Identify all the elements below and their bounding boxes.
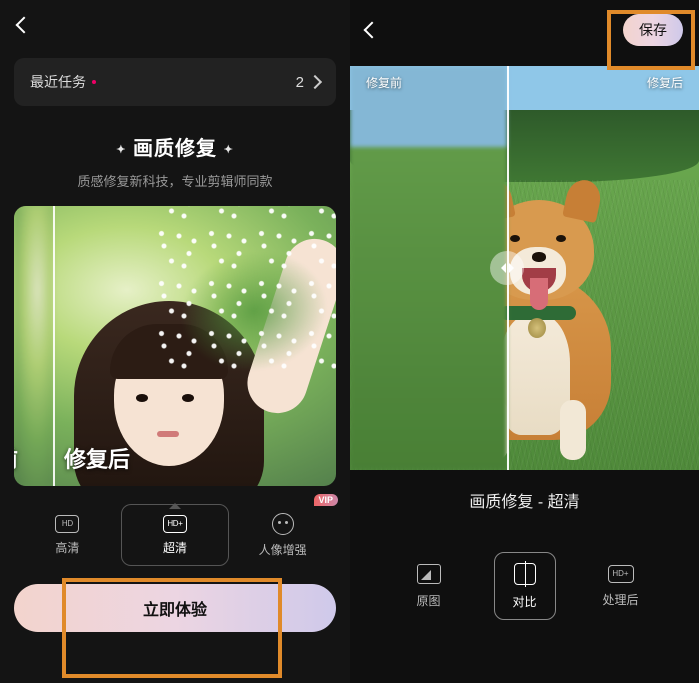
compare-divider-icon [53,206,55,486]
mode-hd-button[interactable]: HD 高清 [14,504,121,566]
recent-tasks-label: 最近任务 [30,72,86,92]
save-button[interactable]: 保存 [623,14,683,46]
result-image[interactable]: 修复前 修复后 [350,66,699,470]
mode-hd-label: 高清 [55,539,79,556]
try-now-button[interactable]: 立即体验 [14,584,336,632]
result-before-label: 修复前 [366,74,402,91]
picture-icon [417,564,441,584]
back-icon[interactable] [364,22,381,39]
sparkle-right-icon: ✦ [224,144,234,156]
compare-slider-handle[interactable] [490,251,524,285]
page-title: ✦ 画质修复 ✦ [0,132,350,161]
recent-tasks-row[interactable]: 最近任务 2 [14,58,336,106]
view-compare-label: 对比 [512,593,536,610]
mode-portrait-button[interactable]: VIP 人像增强 [229,504,336,566]
view-compare-button[interactable]: 对比 [494,552,556,620]
page-subtitle: 质感修复新科技，专业剪辑师同款 [0,171,350,190]
result-after-label: 修复后 [647,74,683,91]
chevron-right-icon [308,75,322,89]
back-icon[interactable] [16,17,33,34]
view-processed-button[interactable]: HD+ 处理后 [590,552,652,620]
sparkle-left-icon: ✦ [116,144,126,156]
compare-icon [514,563,536,585]
recent-tasks-count: 2 [296,74,304,91]
result-caption: 画质修复 - 超清 [350,488,699,512]
preview-after-label: 修复后 [64,442,130,474]
hdplus-icon: HD+ [608,565,634,583]
vip-badge: VIP [314,494,339,506]
preview-before-label: 前 [14,442,18,474]
view-processed-label: 处理后 [602,591,638,608]
hdplus-icon: HD+ [163,515,187,533]
view-original-label: 原图 [416,592,440,609]
preview-image: 前 修复后 [14,206,336,486]
hd-icon: HD [55,515,79,533]
mode-hdplus-button[interactable]: HD+ 超清 [121,504,230,566]
notification-dot-icon [92,80,96,84]
face-enhance-icon [272,513,294,535]
view-original-button[interactable]: 原图 [398,552,460,620]
mode-portrait-label: 人像增强 [259,541,307,558]
mode-hdplus-label: 超清 [163,539,187,556]
